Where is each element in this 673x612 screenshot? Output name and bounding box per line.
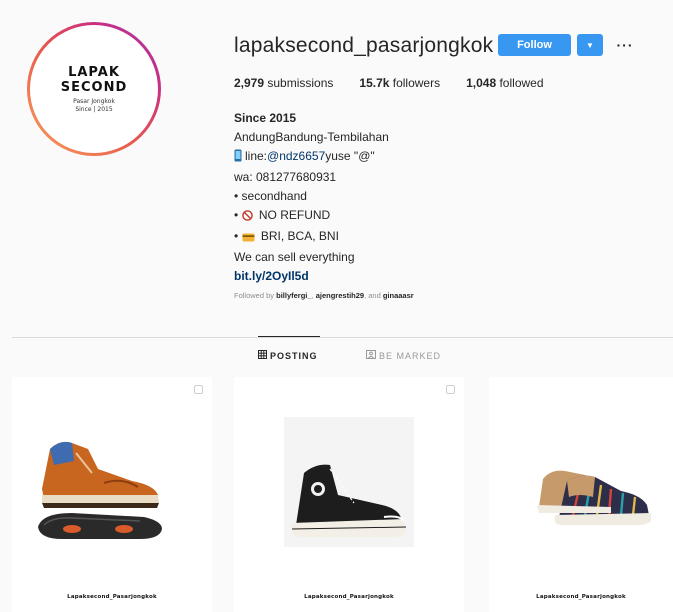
profile-username: lapaksecond_pasarjongkok (234, 34, 494, 57)
active-tab-indicator (258, 336, 320, 337)
profile-stats: 2,979 submissions 15.7k followers 1,048 … (234, 76, 570, 90)
no-entry-icon (241, 208, 253, 227)
tab-be-marked[interactable]: BE MARKED (366, 350, 441, 361)
profile-bio: Since 2015 AndungBandung-Tembilahan line… (234, 109, 574, 286)
stat-posts[interactable]: 2,979 submissions (234, 76, 333, 90)
bio-location: AndungBandung-Tembilahan (234, 130, 389, 144)
logo-line-1: LAPAK (68, 64, 120, 80)
post-image-striped-sneaker (537, 470, 651, 525)
post-image-converse (284, 417, 414, 547)
bio-bullet-secondhand: • secondhand (234, 189, 307, 203)
follower-link-3[interactable]: ginaaasr (383, 291, 414, 300)
logo-line-2: SECOND (60, 79, 128, 95)
post-caption-1: Lapaksecond_Pasarjongkok (67, 594, 157, 600)
bio-website-link[interactable]: bit.ly/2OyIl5d (234, 267, 574, 286)
follower-link-1[interactable]: billyfergi_ (276, 291, 311, 300)
bio-name: Since 2015 (234, 111, 297, 125)
bio-tagline: We can sell everything (234, 250, 355, 264)
tagged-icon (366, 350, 376, 361)
stat-following[interactable]: 1,048 followed (466, 76, 543, 90)
tabs-divider (12, 337, 673, 338)
logo-sub-1: Pasar Jongkok (73, 97, 115, 105)
stat-followers[interactable]: 15.7k followers (359, 76, 440, 90)
phone-icon (234, 149, 242, 168)
caret-down-icon: ▼ (586, 40, 594, 50)
follow-button[interactable]: Follow (498, 34, 571, 56)
logo-sub-2: Since | 2015 (75, 105, 113, 113)
profile-page: LAPAK SECOND Pasar Jongkok Since | 2015 … (0, 0, 673, 612)
credit-card-icon (242, 229, 255, 248)
bio-bullet-banks: • BRI, BCA, BNI (234, 227, 574, 248)
bio-line-contact: line:@ndz6657yuse "@" (234, 147, 574, 168)
line-handle-link[interactable]: @ndz6657 (267, 149, 325, 163)
followed-by: Followed by billyfergi_, ajengrestih29, … (234, 291, 414, 300)
post-caption-2: Lapaksecond_Pasarjongkok (304, 594, 394, 600)
bio-whatsapp: wa: 081277680931 (234, 170, 337, 184)
profile-avatar[interactable]: LAPAK SECOND Pasar Jongkok Since | 2015 (27, 22, 161, 156)
suggestions-dropdown-button[interactable]: ▼ (577, 34, 603, 56)
bio-bullet-no-refund: • NO REFUND (234, 206, 574, 227)
multi-photo-icon (446, 385, 455, 394)
follower-link-2[interactable]: ajengrestih29 (316, 291, 364, 300)
post-tile-3[interactable]: Lapaksecond_Pasarjongkok (489, 377, 673, 612)
post-caption-3: Lapaksecond_Pasarjongkok (536, 594, 626, 600)
more-options-icon[interactable]: ··· (617, 34, 633, 56)
multi-photo-icon (194, 385, 203, 394)
avatar-logo: LAPAK SECOND Pasar Jongkok Since | 2015 (30, 25, 158, 153)
post-tile-1[interactable]: Lapaksecond_Pasarjongkok (12, 377, 212, 612)
tab-posting[interactable]: POSTING (258, 350, 318, 361)
post-image-boot (38, 441, 162, 539)
post-tile-2[interactable]: Lapaksecond_Pasarjongkok (234, 377, 464, 612)
grid-icon (258, 350, 267, 361)
